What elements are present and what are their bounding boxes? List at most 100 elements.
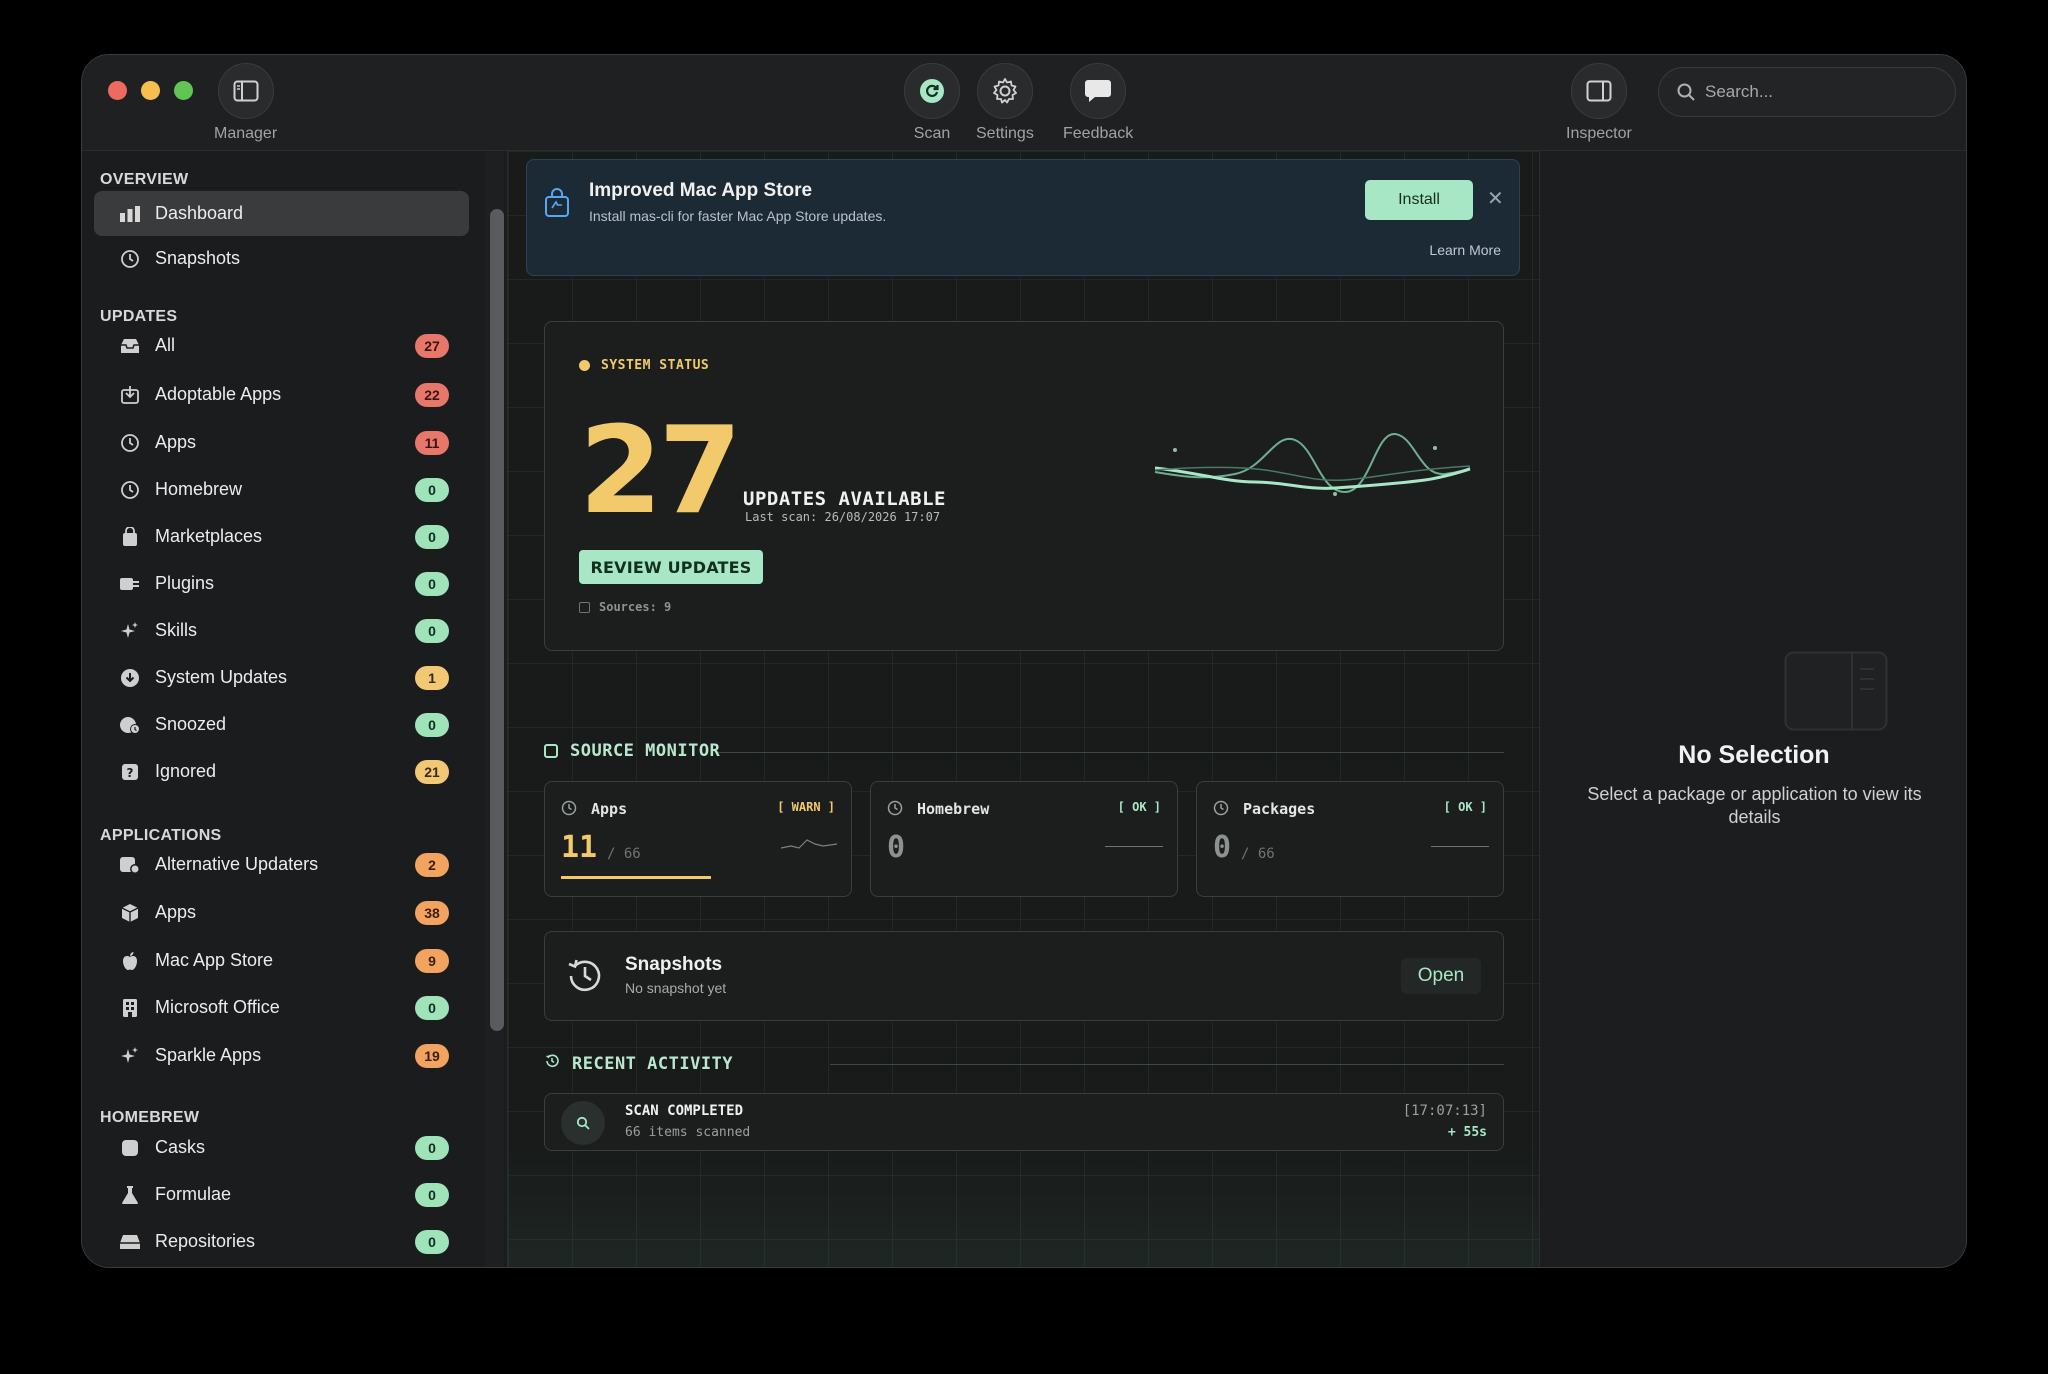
sidebar-item-label: Skills [155,620,198,640]
sidebar-item-repositories[interactable]: Repositories 0 [94,1219,469,1264]
svg-text:?: ? [127,766,134,780]
feedback-button[interactable]: Feedback [1063,63,1133,143]
snapshots-card: Snapshots No snapshot yet Open [544,931,1504,1021]
inspector-label: Inspector [1566,125,1632,142]
count-badge: 2 [415,852,449,877]
sidebar-item-all[interactable]: All 27 [94,323,469,368]
scan-icon [904,63,960,119]
dashboard-main: Improved Mac App Store Install mas-cli f… [507,151,1539,1267]
sidebar-item-label: Snapshots [155,248,241,268]
scan-button[interactable]: Scan [904,63,960,143]
learn-more-link[interactable]: Learn More [1429,242,1501,258]
sidebar-item-homebrew[interactable]: Homebrew 0 [94,467,469,512]
sidebar-item-label: Snoozed [155,714,227,734]
feedback-label: Feedback [1063,125,1134,142]
count-badge: 11 [415,430,449,455]
progress-fill [561,876,711,879]
sparkline [780,839,838,849]
sidebar-item-formulae[interactable]: Formulae 0 [94,1172,469,1217]
question-mark-icon: ? [119,761,141,783]
manager-button[interactable]: Manager [214,63,277,143]
bar-chart-icon [119,203,141,225]
open-snapshots-button[interactable]: Open [1401,958,1481,994]
source-card-apps[interactable]: Apps [ WARN ] 11 / 66 [544,781,852,897]
source-card-total: / 66 [607,846,641,862]
count-badge: 22 [415,382,449,407]
sparkles-icon [119,1045,141,1067]
sidebar-item-label: Microsoft Office [155,997,280,1017]
sidebar-item-label: Marketplaces [155,526,263,546]
recent-activity-heading: RECENT ACTIVITY [544,1053,733,1074]
settings-button[interactable]: Settings [976,63,1034,143]
sidebar-item-casks[interactable]: Casks 0 [94,1125,469,1170]
close-icon[interactable]: ✕ [1487,186,1504,211]
shopping-bag-icon [543,188,571,223]
sidebar-item-system-updates[interactable]: System Updates 1 [94,655,469,700]
snooze-clock-icon [119,714,141,736]
sidebar-item-sparkle-apps[interactable]: Sparkle Apps 19 [94,1033,469,1078]
promo-banner: Improved Mac App Store Install mas-cli f… [526,159,1520,276]
count-badge: 38 [415,900,449,925]
sidebar-item-alternative-updaters[interactable]: Alternative Updaters 2 [94,842,469,887]
source-monitor-title: SOURCE MONITOR [570,741,721,761]
sidebar-item-label: Dashboard [155,203,244,223]
minimize-window-button[interactable] [141,81,160,100]
source-card-value: 11 [561,830,598,865]
clock-history-icon [119,479,141,501]
sidebar-item-plugins[interactable]: Plugins 0 [94,561,469,606]
sidebar-scrollbar[interactable] [490,209,504,1031]
source-card-packages[interactable]: Packages [ OK ] 0 / 66 [1196,781,1504,897]
sidebar-item-label: System Updates [155,667,288,687]
count-badge: 0 [415,477,449,502]
clock-icon [561,800,577,821]
inspector-panel: No Selection Select a package or applica… [1539,151,1966,1267]
sidebar-item-marketplaces[interactable]: Marketplaces 0 [94,514,469,559]
source-card-total: / 66 [1241,846,1275,862]
sidebar-item-skills[interactable]: Skills 0 [94,608,469,653]
sidebar-item-ignored[interactable]: ? Ignored 21 [94,749,469,794]
clock-icon [887,800,903,821]
search-input[interactable] [1705,82,1925,102]
search-field[interactable] [1658,67,1956,117]
inspector-button[interactable]: Inspector [1566,63,1632,143]
banner-subtitle: Install mas-cli for faster Mac App Store… [589,208,887,224]
count-badge: 0 [415,618,449,643]
sidebar-item-label: Plugins [155,573,215,593]
inspector-subtitle: Select a package or application to view … [1587,784,1922,827]
status-tag: [ OK ] [1443,800,1487,814]
settings-label: Settings [976,125,1034,142]
source-card-value: 0 [887,830,906,865]
sidebar-item-snapshots[interactable]: Snapshots [94,236,469,281]
sidebar-item-label: Apps [155,902,197,922]
last-scan: Last scan: 26/08/2026 17:07 [745,510,941,524]
cube-icon [119,902,141,924]
toolbar: Manager Scan Settings Feedback Inspector [82,55,1966,151]
sidebar-item-microsoft-office[interactable]: Microsoft Office 0 [94,985,469,1030]
snapshots-title: Snapshots [625,954,723,975]
sidebar-item-adoptable-apps[interactable]: Adoptable Apps 22 [94,372,469,417]
sidebar-item-applications-apps[interactable]: Apps 38 [94,890,469,935]
sidebar-item-dashboard[interactable]: Dashboard [94,191,469,236]
source-card-homebrew[interactable]: Homebrew [ OK ] 0 [870,781,1178,897]
activity-item[interactable]: SCAN COMPLETED 66 items scanned [17:07:1… [544,1093,1504,1151]
activity-wave-graphic [1154,432,1471,496]
zoom-window-button[interactable] [174,81,193,100]
sidebar-item-snoozed[interactable]: Snoozed 0 [94,702,469,747]
gear-icon [976,63,1033,119]
manager-label: Manager [214,125,278,142]
search-icon [1677,83,1695,101]
sidebar-item-mac-app-store[interactable]: Mac App Store 9 [94,938,469,983]
flask-icon [119,1184,141,1206]
sidebar-item-apps[interactable]: Apps 11 [94,420,469,465]
sources-count: Sources: 9 [599,600,672,614]
count-badge: 0 [415,712,449,737]
building-icon [119,997,141,1019]
source-card-value: 0 [1213,830,1232,865]
count-badge: 0 [415,1229,449,1254]
install-button[interactable]: Install [1365,180,1473,220]
count-badge: 1 [415,665,449,690]
sidebar-toggle-icon [217,63,274,119]
review-updates-button[interactable]: REVIEW UPDATES [579,550,763,584]
close-window-button[interactable] [108,81,127,100]
inspector-title: No Selection [1678,741,1830,769]
